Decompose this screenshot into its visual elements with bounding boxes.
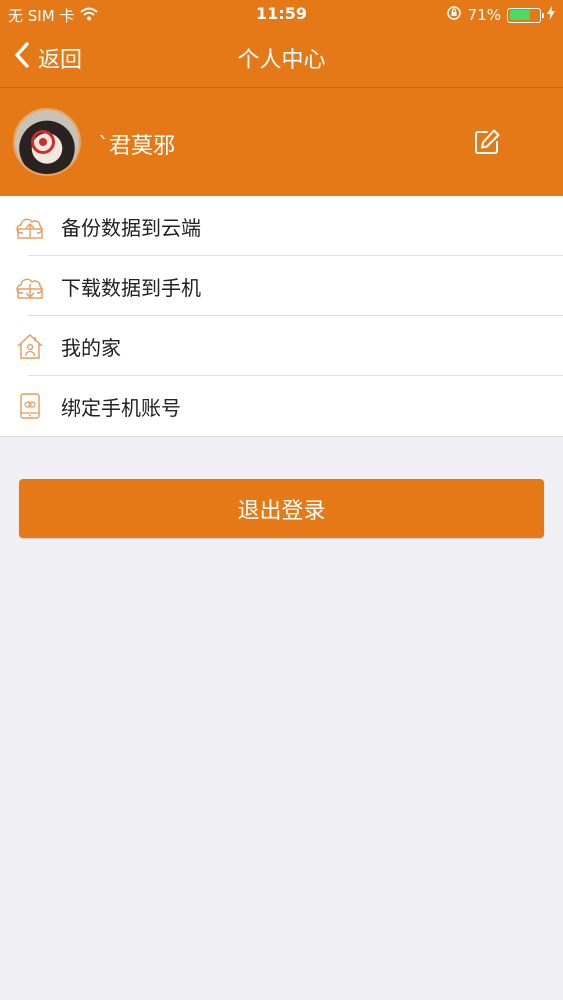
- header-area: 无 SIM 卡 11:59 71% 返回 个人中心 `君莫邪: [0, 0, 563, 196]
- profile-row: `君莫邪: [0, 88, 563, 196]
- menu-item-label: 下载数据到手机: [61, 276, 201, 300]
- charging-icon: [547, 6, 555, 24]
- page-title: 个人中心: [237, 48, 326, 73]
- battery-icon: [507, 7, 544, 23]
- logout-button[interactable]: 退出登录: [19, 479, 544, 538]
- home-icon: [16, 332, 44, 360]
- status-bar: 无 SIM 卡 11:59 71%: [0, 0, 563, 30]
- menu-item-label: 绑定手机账号: [61, 396, 181, 420]
- app-screen: 无 SIM 卡 11:59 71% 返回 个人中心 `君莫邪 备份数据到云端 下…: [0, 0, 563, 1000]
- navigation-bar: 返回 个人中心: [0, 30, 563, 87]
- menu-item-label: 备份数据到云端: [61, 216, 201, 240]
- menu-list: 备份数据到云端 下载数据到手机 我的家 绑定手机账号: [0, 196, 563, 437]
- menu-item-bind-phone[interactable]: 绑定手机账号: [0, 376, 563, 436]
- edit-icon: [473, 129, 501, 160]
- menu-item-label: 我的家: [61, 336, 121, 360]
- menu-item-backup[interactable]: 备份数据到云端: [0, 196, 563, 256]
- menu-item-download[interactable]: 下载数据到手机: [0, 256, 563, 316]
- orientation-lock-icon: [446, 5, 462, 25]
- cloud-download-icon: [16, 272, 44, 300]
- avatar[interactable]: [13, 108, 81, 176]
- edit-profile-button[interactable]: [473, 128, 501, 156]
- battery-fill: [509, 10, 531, 20]
- avatar-headphone-dot: [39, 138, 47, 146]
- status-right: 71%: [446, 5, 555, 25]
- username: `君莫邪: [98, 134, 176, 159]
- cloud-upload-icon: [16, 212, 44, 240]
- menu-item-my-home[interactable]: 我的家: [0, 316, 563, 376]
- phone-link-icon: [16, 392, 44, 420]
- battery-percent: 71%: [467, 6, 501, 24]
